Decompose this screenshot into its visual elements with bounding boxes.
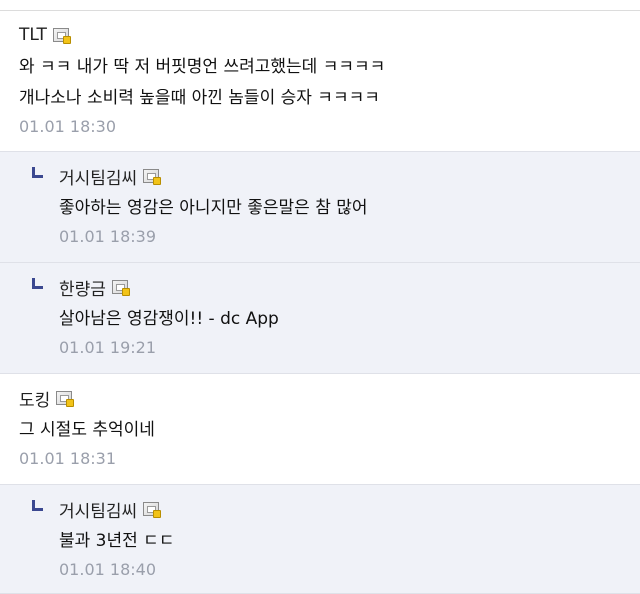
comment-nickname[interactable]: TLT [19,25,47,45]
gallery-badge-icon [111,280,130,296]
reply-nickname[interactable]: 거시팀김씨 [59,497,137,522]
reply-text-line: 불과 3년전 ㄷㄷ [59,531,175,551]
comment-timestamp: 01.01 18:30 [19,117,116,136]
comment-list: TLT 와 ㅋㅋ 내가 딱 저 버핏명언 쓰려고했는데 ㅋㅋㅋㅋ 개나소나 소비… [0,10,640,594]
reply-item: 거시팀김씨 불과 3년전 ㄷㄷ 01.01 18:40 [0,485,640,594]
reply-timestamp: 01.01 18:39 [59,227,156,246]
comment-text-line: 개나소나 소비력 높을때 아낀 놈들이 승자 ㅋㅋㅋㅋ [19,88,380,108]
reply-item: 거시팀김씨 좋아하는 영감은 아니지만 좋은말은 참 많어 01.01 18:3… [0,152,640,263]
comment-nickname[interactable]: 도킹 [19,386,50,411]
reply-timestamp: 01.01 18:40 [59,560,156,579]
reply-nickname-row: 거시팀김씨 [59,164,640,189]
reply-nickname-row: 거시팀김씨 [59,497,640,522]
reply-arrow-icon [32,167,43,178]
gallery-badge-icon [52,28,71,44]
comment-item: 도킹 그 시절도 추억이네 01.01 18:31 [0,374,640,485]
comment-item: TLT 와 ㅋㅋ 내가 딱 저 버핏명언 쓰려고했는데 ㅋㅋㅋㅋ 개나소나 소비… [0,11,640,152]
gallery-badge-icon [143,502,162,518]
comment-text-line: 와 ㅋㅋ 내가 딱 저 버핏명언 쓰려고했는데 ㅋㅋㅋㅋ [19,57,386,77]
comment-nickname-row: 도킹 [19,386,640,411]
reply-nickname[interactable]: 거시팀김씨 [59,164,137,189]
reply-nickname[interactable]: 한량금 [59,275,106,300]
comment-nickname-row: TLT [19,23,640,47]
reply-text-line: 좋아하는 영감은 아니지만 좋은말은 참 많어 [59,198,368,218]
gallery-badge-icon [56,391,75,407]
reply-nickname-row: 한량금 [59,275,640,300]
reply-timestamp: 01.01 19:21 [59,338,156,357]
reply-item: 한량금 살아남은 영감쟁이!! - dc App 01.01 19:21 [0,263,640,374]
reply-text-line: 살아남은 영감쟁이!! - dc App [59,309,279,329]
comment-timestamp: 01.01 18:31 [19,449,116,468]
gallery-badge-icon [143,169,162,185]
reply-arrow-icon [32,278,43,289]
comment-text-line: 그 시절도 추억이네 [19,420,155,440]
reply-arrow-icon [32,500,43,511]
